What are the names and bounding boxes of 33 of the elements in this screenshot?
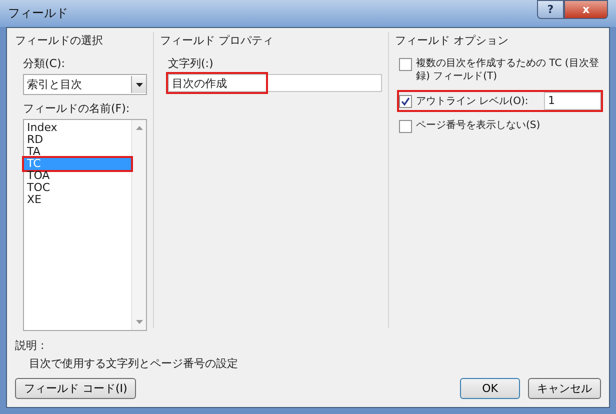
help-button[interactable]: ? [537,0,564,19]
field-label: 分類(C): [23,56,66,71]
field-label: 文字列(:) [168,56,214,71]
group-heading: フィールド プロパティ [160,33,274,49]
list-item[interactable]: RD [24,134,131,146]
scrollbar[interactable] [131,120,146,330]
list-item[interactable]: TOA [24,170,131,182]
option-label[interactable]: ページ番号を表示しない(S) [416,119,540,132]
description-text: 目次で使用する文字列とページ番号の設定 [28,356,239,371]
checkbox[interactable] [399,58,412,71]
level-field[interactable]: 1 [544,92,601,110]
cancel-button[interactable]: キャンセル [528,378,601,399]
text-field[interactable]: 目次の作成 [168,74,382,92]
checkbox[interactable] [399,120,412,133]
field-name-list[interactable]: Index RD TA TC TOA TOC XE [23,119,147,331]
list-item[interactable]: TOC [24,182,131,194]
checkbox[interactable] [399,95,412,108]
category-dropdown[interactable]: 索引と目次 [23,74,147,95]
window-title: フィールド [8,5,68,22]
option-label[interactable]: 複数の目次を作成するための TC (目次登録) フィールド(T) [416,57,601,83]
list-item[interactable]: Index [24,122,131,134]
description-label: 説明 : [15,338,46,353]
field-code-button[interactable]: フィールド コード(I) [15,378,136,399]
group-heading: フィールドの選択 [15,33,104,49]
close-button[interactable]: x [564,0,608,19]
option-label[interactable]: アウトライン レベル(O): [416,94,528,108]
list-item[interactable]: XE [24,194,131,206]
list-item[interactable]: TA [24,146,131,158]
field-label: フィールドの名前(F): [23,101,131,116]
group-heading: フィールド オプション [395,33,510,49]
scroll-down-arrow-icon[interactable] [136,320,142,324]
scroll-up-arrow-icon[interactable] [136,126,142,130]
ok-button[interactable]: OK [460,378,520,399]
